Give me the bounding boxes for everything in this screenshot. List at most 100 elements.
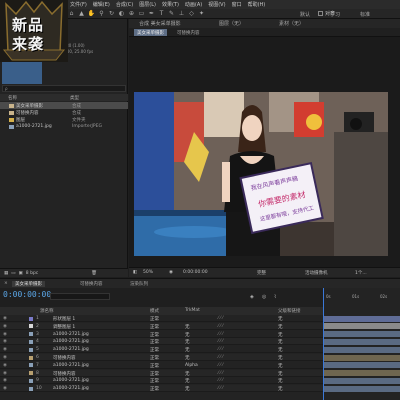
tab-layer[interactable]: 图层（无） [219, 20, 244, 27]
viewer-timecode[interactable]: 0:00:00:00 [183, 270, 208, 275]
layer-name[interactable]: 可替换内容 [53, 371, 76, 377]
blend-mode-select[interactable]: 正常 [150, 347, 159, 353]
layer-switches[interactable]: ⁄ ⁄ ⁄ [218, 355, 223, 360]
motion-blur-icon[interactable]: ◎ [262, 294, 266, 300]
blend-mode-select[interactable]: 正常 [150, 378, 159, 384]
project-item[interactable]: 可替换内容 合成 [0, 109, 128, 116]
new-composition-icon[interactable]: ▣ [19, 271, 23, 276]
layer-switches[interactable]: ⁄ ⁄ ⁄ [218, 316, 223, 321]
eraser-tool-icon[interactable]: ◇ [188, 10, 195, 17]
visibility-eye-icon[interactable]: ◉ [3, 347, 7, 352]
layer-switches[interactable]: ⁄ ⁄ ⁄ [218, 339, 223, 344]
layer-name[interactable]: a1000-2721.jpg [53, 378, 89, 383]
parent-select[interactable]: 无 [278, 332, 283, 338]
trkmat-select[interactable]: 无 [185, 355, 190, 361]
layer-row[interactable]: ◉ 4 a1000-2721.jpg 正常 无 ⁄ ⁄ ⁄ 无 [0, 338, 323, 346]
parent-select[interactable]: 无 [278, 355, 283, 361]
layer-switches[interactable]: ⁄ ⁄ ⁄ [218, 324, 223, 329]
menu-window[interactable]: 窗口 [232, 1, 242, 8]
layer-switches[interactable]: ⁄ ⁄ ⁄ [218, 378, 223, 383]
home-icon[interactable]: ⌂ [68, 10, 75, 17]
blend-mode-select[interactable]: 正常 [150, 339, 159, 345]
rotate-tool-icon[interactable]: ↻ [108, 10, 115, 17]
visibility-eye-icon[interactable]: ◉ [3, 386, 7, 391]
layer-row[interactable]: ◉ 10 a1000-2721.jpg 正常 无 ⁄ ⁄ ⁄ 无 [0, 385, 323, 393]
timeline-timecode[interactable]: 0:00:00:00 [3, 290, 51, 299]
menu-view[interactable]: 视图(V) [208, 1, 225, 8]
label-color-swatch[interactable] [29, 332, 33, 337]
blend-mode-select[interactable]: 正常 [150, 371, 159, 377]
project-item[interactable]: 图层 文件夹 [0, 116, 128, 123]
breadcrumb-next[interactable]: 可替换内容 [177, 30, 200, 36]
layer-switches[interactable]: ⁄ ⁄ ⁄ [218, 371, 223, 376]
trkmat-select[interactable]: 无 [185, 371, 190, 377]
parent-select[interactable]: 无 [278, 316, 283, 322]
interpret-footage-icon[interactable]: ▦ [4, 271, 8, 276]
layer-duration-bar[interactable] [324, 331, 400, 338]
trkmat-select[interactable]: 无 [185, 324, 190, 330]
layer-duration-bar[interactable] [324, 385, 400, 392]
layer-duration-bar[interactable] [324, 346, 400, 353]
visibility-eye-icon[interactable]: ◉ [3, 339, 7, 344]
blend-mode-select[interactable]: 正常 [150, 316, 159, 322]
label-color-swatch[interactable] [29, 363, 33, 368]
bit-depth-label[interactable]: 8 bpc [26, 271, 38, 276]
trash-icon[interactable]: 🗑 [91, 271, 97, 276]
layer-row[interactable]: ◉ 7 a1000-2721.jpg 正常 Alpha ⁄ ⁄ ⁄ 无 [0, 362, 323, 369]
puppet-tool-icon[interactable]: ✦ [198, 10, 205, 17]
blend-mode-select[interactable]: 正常 [150, 324, 159, 330]
pan-behind-tool-icon[interactable]: ⊕ [128, 10, 135, 17]
trkmat-select[interactable]: 无 [185, 332, 190, 338]
timeline-search-input[interactable] [50, 293, 110, 300]
menu-layer[interactable]: 图层(L) [139, 1, 156, 8]
trkmat-select[interactable]: 无 [185, 339, 190, 345]
layer-row[interactable]: ◉ 2 调整图层 1 正常 无 ⁄ ⁄ ⁄ 无 [0, 322, 323, 330]
new-folder-icon[interactable]: ▭ [11, 271, 15, 276]
time-ruler[interactable]: 0s 01s 02s [323, 288, 400, 307]
layer-name[interactable]: 调整图层 1 [53, 324, 75, 330]
layer-switches[interactable]: ⁄ ⁄ ⁄ [218, 363, 223, 368]
trkmat-select[interactable]: 无 [185, 386, 190, 392]
parent-select[interactable]: 无 [278, 363, 283, 369]
blend-mode-select[interactable]: 正常 [150, 363, 159, 369]
menu-composition[interactable]: 合成(C) [116, 1, 133, 8]
pen-tool-icon[interactable]: ✒ [148, 10, 155, 17]
menu-edit[interactable]: 编辑(E) [93, 1, 110, 8]
layer-name[interactable]: 形状图层 1 [53, 316, 75, 322]
layer-row[interactable]: ◉ 3 a1000-2721.jpg 正常 无 ⁄ ⁄ ⁄ 无 [0, 331, 323, 338]
camera-select[interactable]: 活动摄像机 [305, 270, 328, 276]
workspace-standard[interactable]: 标准 [360, 11, 370, 18]
stamp-tool-icon[interactable]: ⊥ [178, 10, 185, 17]
visibility-eye-icon[interactable]: ◉ [3, 332, 7, 337]
visibility-eye-icon[interactable]: ◉ [3, 355, 7, 360]
selection-tool-icon[interactable]: ▲ [78, 10, 85, 17]
layer-duration-bar[interactable] [324, 377, 400, 384]
views-select[interactable]: 1个... [355, 270, 367, 276]
project-item[interactable]: a1000-2721.jpg ImporterJPEG [0, 123, 128, 130]
tab-render-queue[interactable]: 渲染队列 [130, 281, 148, 287]
blend-mode-select[interactable]: 正常 [150, 332, 159, 338]
zoom-tool-icon[interactable]: ⚲ [98, 10, 105, 17]
resolution-icon[interactable]: ◧ [133, 270, 137, 275]
workspace-default[interactable]: 默认 [300, 11, 310, 18]
tab-composition[interactable]: 合成 美女采单摄影 [139, 20, 181, 27]
hand-tool-icon[interactable]: ✋ [88, 10, 95, 17]
composition-viewer[interactable]: 我在风声看声声稿 你需要的素材 这里都有哦，支持代工 [134, 92, 388, 256]
layer-duration-bar[interactable] [324, 370, 400, 377]
layer-name[interactable]: 可替换内容 [53, 355, 76, 361]
type-tool-icon[interactable]: T [158, 10, 165, 17]
column-source-name[interactable]: 源名称 [40, 308, 54, 314]
label-color-swatch[interactable] [29, 378, 33, 383]
quality-select[interactable]: 完整 [257, 270, 266, 276]
layer-name[interactable]: a1000-2721.jpg [53, 347, 89, 352]
label-color-swatch[interactable] [29, 355, 33, 360]
column-trkmat[interactable]: TrkMat [185, 308, 200, 313]
project-search-input[interactable]: ρ [2, 85, 126, 92]
snapshot-icon[interactable]: ◉ [169, 270, 173, 275]
blend-mode-select[interactable]: 正常 [150, 355, 159, 361]
blend-mode-select[interactable]: 正常 [150, 386, 159, 392]
layer-row[interactable]: ◉ 5 a1000-2721.jpg 正常 无 ⁄ ⁄ ⁄ 无 [0, 346, 323, 354]
label-color-swatch[interactable] [29, 371, 33, 376]
label-color-swatch[interactable] [29, 386, 33, 391]
layer-row[interactable]: ◉ 1 形状图层 1 正常 ⁄ ⁄ ⁄ 无 [0, 315, 323, 322]
